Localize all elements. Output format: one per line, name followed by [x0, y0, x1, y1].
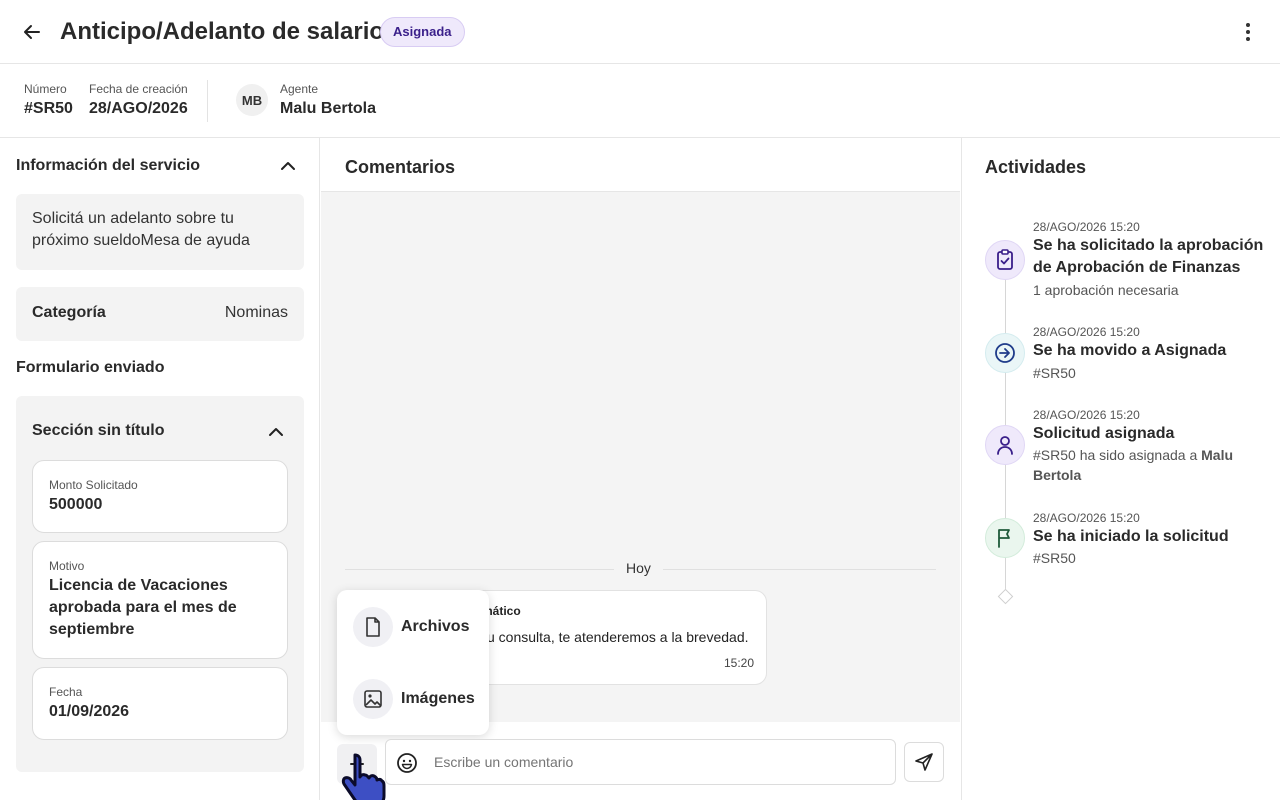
attach-files-item[interactable]: Archivos — [353, 607, 469, 647]
comments-panel: Comentarios Hoy mático u consulta, te at… — [321, 138, 960, 800]
user-icon — [997, 436, 1013, 455]
activity-icon — [985, 240, 1025, 280]
section-title: Sección sin título — [32, 422, 165, 439]
activity-title: Solicitud asignada — [1033, 425, 1175, 442]
activity-icon — [985, 425, 1025, 465]
send-button[interactable] — [904, 742, 944, 782]
comments-title: Comentarios — [345, 157, 456, 177]
file-icon — [366, 617, 380, 637]
day-separator: Hoy — [614, 560, 663, 576]
back-button[interactable] — [16, 16, 48, 48]
activity-title: Se ha movido a Asignada — [1033, 342, 1227, 359]
activities-panel: Actividades 28/AGO/2026 15:20 Se ha soli… — [961, 138, 1280, 800]
arrow-left-icon — [24, 25, 40, 39]
image-icon-wrap — [353, 679, 393, 719]
category-value: Nominas — [224, 304, 288, 321]
category-label: Categoría — [32, 304, 106, 321]
agent-label: Agente — [280, 82, 319, 96]
category-card: Categoría Nominas — [16, 287, 304, 341]
clipboard-check-icon — [997, 249, 1013, 270]
chat-area[interactable]: Hoy mático u consulta, te atenderemos a … — [321, 192, 960, 735]
form-section-card: Sección sin título Monto Solicitado 5000… — [16, 396, 304, 772]
avatar: MB — [236, 84, 268, 116]
comment-composer — [385, 739, 896, 785]
field-label: Motivo — [49, 559, 85, 573]
status-badge: Asignada — [380, 17, 465, 47]
date-value: 28/AGO/2026 — [89, 100, 188, 117]
image-icon — [364, 690, 382, 708]
message-time: 15:20 — [723, 656, 754, 670]
activity-sub: 1 aprobación necesaria — [1033, 282, 1179, 298]
file-icon-wrap — [353, 607, 393, 647]
comments-header: Comentarios — [321, 138, 960, 192]
service-info-panel: Información del servicio Solicitá un ade… — [0, 138, 320, 800]
more-options-button[interactable] — [1232, 16, 1264, 48]
activity-sub: #SR50 ha sido asignada a Malu Bertola — [1033, 445, 1263, 485]
number-label: Número — [24, 82, 67, 96]
service-info-title: Información del servicio — [16, 157, 201, 174]
attach-images-label: Imágenes — [401, 690, 475, 707]
activity-sub: #SR50 — [1033, 550, 1076, 566]
activity-time: 28/AGO/2026 15:20 — [1033, 220, 1140, 234]
activity-title: Se ha solicitado la aprobación de Aproba… — [1033, 237, 1264, 276]
chevron-up-icon — [281, 162, 295, 170]
field-value: Licencia de Vacaciones aprobada para el … — [49, 577, 237, 638]
activity-icon — [985, 333, 1025, 373]
service-description: Solicitá un adelanto sobre tu próximo su… — [32, 210, 250, 249]
field-value: 01/09/2026 — [49, 703, 130, 720]
collapse-service-info-button[interactable] — [280, 158, 296, 174]
agent-name: Malu Bertola — [280, 100, 377, 117]
collapse-section-button[interactable] — [268, 424, 284, 440]
comment-input[interactable] — [434, 750, 874, 774]
activity-sub: #SR50 — [1033, 365, 1076, 381]
form-field: Monto Solicitado 500000 — [32, 460, 288, 533]
date-label: Fecha de creación — [89, 82, 188, 96]
hand-cursor-icon — [337, 751, 403, 800]
meta-divider — [207, 80, 208, 122]
attach-images-item[interactable]: Imágenes — [353, 679, 475, 719]
field-label: Monto Solicitado — [49, 478, 138, 492]
field-value: 500000 — [49, 496, 103, 513]
form-field: Motivo Licencia de Vacaciones aprobada p… — [32, 541, 288, 659]
field-label: Fecha — [49, 685, 83, 699]
activity-title: Se ha iniciado la solicitud — [1033, 528, 1229, 545]
activity-time: 28/AGO/2026 15:20 — [1033, 408, 1140, 422]
attach-files-label: Archivos — [401, 618, 470, 635]
chevron-up-icon — [269, 428, 283, 436]
number-value: #SR50 — [24, 100, 73, 117]
form-field: Fecha 01/09/2026 — [32, 667, 288, 740]
more-vertical-icon — [1246, 23, 1250, 41]
flag-icon — [998, 529, 1010, 548]
arrow-circle-icon — [995, 343, 1015, 363]
activity-time: 28/AGO/2026 15:20 — [1033, 511, 1140, 525]
page-title: Anticipo/Adelanto de salario — [60, 18, 385, 45]
activity-time: 28/AGO/2026 15:20 — [1033, 325, 1140, 339]
attach-menu: Archivos Imágenes — [337, 590, 489, 735]
activities-title: Actividades — [985, 157, 1087, 177]
service-description-card: Solicitá un adelanto sobre tu próximo su… — [16, 194, 304, 270]
ticket-meta: Número #SR50 Fecha de creación 28/AGO/20… — [0, 65, 1280, 138]
message-text: u consulta, te atenderemos a la brevedad… — [487, 629, 749, 645]
send-icon — [915, 753, 933, 771]
activity-icon — [985, 518, 1025, 558]
page-header: Anticipo/Adelanto de salario Asignada — [0, 0, 1280, 64]
activity-sub-prefix: #SR50 ha sido asignada a — [1033, 447, 1202, 463]
timeline-end-marker — [997, 588, 1014, 605]
form-title: Formulario enviado — [16, 359, 165, 376]
